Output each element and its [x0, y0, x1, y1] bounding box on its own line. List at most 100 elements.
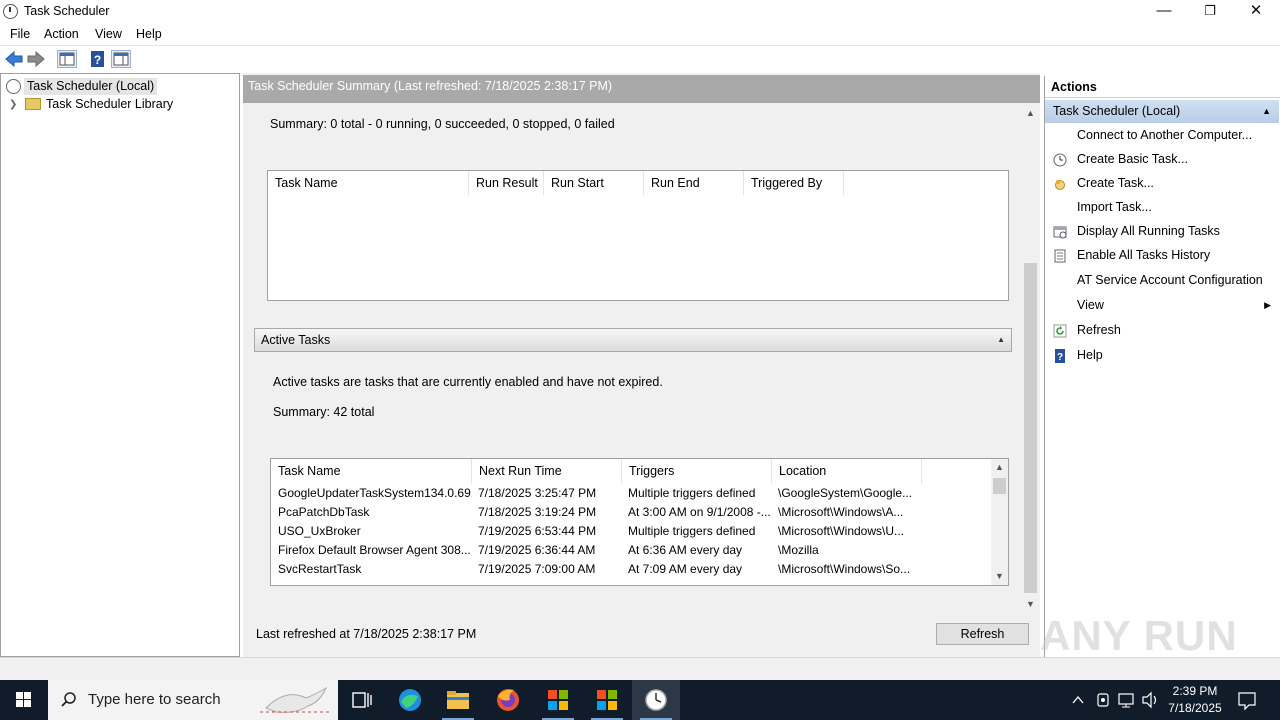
column-header[interactable]: Task Name [268, 171, 469, 195]
window-title: Task Scheduler [24, 4, 110, 18]
title-bar: Task Scheduler — ❐ ✕ [0, 0, 1280, 24]
microsoft-store-icon[interactable] [534, 680, 582, 720]
edge-icon[interactable] [386, 680, 434, 720]
task-scheduler-clock-icon [3, 4, 18, 19]
show-hide-console-tree-icon[interactable] [57, 50, 77, 68]
show-hidden-icons[interactable] [1070, 680, 1086, 720]
search-icon [61, 692, 76, 707]
status-bar [0, 657, 1280, 680]
tree-item-task-scheduler-local[interactable]: Task Scheduler (Local) [24, 78, 158, 95]
taskbar-clock[interactable]: 2:39 PM 7/18/2025 [1160, 683, 1230, 717]
scroll-down-icon[interactable]: ▼ [1022, 599, 1039, 609]
minimize-button[interactable]: — [1141, 0, 1187, 24]
task-scheduler-taskbar-icon[interactable] [632, 680, 680, 720]
triggers-cell: At 6:36 AM every day [628, 543, 743, 557]
task-status-grid: Task Name Run Result Run Start Run End T… [267, 170, 1009, 301]
menu-file[interactable]: File [10, 27, 30, 41]
status-summary-text: Summary: 0 total - 0 running, 0 succeede… [270, 117, 615, 131]
scroll-down-icon[interactable]: ▼ [991, 571, 1008, 581]
file-explorer-icon[interactable] [434, 680, 482, 720]
collapse-caret-icon[interactable]: ▲ [1262, 100, 1271, 123]
show-hide-action-pane-icon[interactable] [111, 50, 131, 68]
action-create-task[interactable]: Create Task... [1045, 172, 1279, 194]
action-at-service-account[interactable]: AT Service Account Configuration [1045, 269, 1279, 291]
help-toolbar-icon[interactable]: ? [89, 50, 109, 68]
volume-icon[interactable] [1140, 680, 1160, 720]
action-help[interactable]: ? Help [1045, 344, 1279, 366]
triggers-cell: Multiple triggers defined [628, 524, 756, 538]
location-cell: \Mozilla [778, 543, 819, 557]
action-label: Help [1077, 348, 1103, 362]
task-name-cell: USO_UxBroker [278, 524, 361, 538]
microsoft-app-icon[interactable] [583, 680, 631, 720]
center-panel: Task Scheduler Summary (Last refreshed: … [243, 73, 1040, 657]
taskbar-search-box[interactable]: Type here to search [48, 680, 338, 720]
action-enable-tasks-history[interactable]: Enable All Tasks History [1045, 244, 1279, 266]
basic-task-icon [1053, 152, 1067, 167]
action-label: Create Basic Task... [1077, 152, 1188, 166]
task-name-cell: PcaPatchDbTask [278, 505, 370, 519]
active-tasks-section-header[interactable]: Active Tasks ▲ [254, 328, 1012, 352]
actions-group-task-scheduler-local[interactable]: Task Scheduler (Local) ▲ [1045, 100, 1279, 123]
scroll-up-icon[interactable]: ▲ [1022, 108, 1039, 118]
firefox-icon[interactable] [484, 680, 532, 720]
summary-scrollbar[interactable]: ▲ ▼ [1022, 103, 1039, 613]
next-run-cell: 7/19/2025 7:09:00 AM [478, 562, 596, 576]
windows-logo-icon [16, 692, 31, 707]
forward-arrow-icon[interactable] [26, 50, 46, 68]
next-run-cell: 7/18/2025 3:25:47 PM [478, 486, 597, 500]
scroll-thumb[interactable] [1024, 263, 1037, 593]
task-name-cell: SvcRestartTask [278, 562, 362, 576]
triggers-cell: At 7:09 AM every day [628, 562, 743, 576]
active-tasks-summary: Summary: 42 total [273, 405, 375, 419]
menu-action[interactable]: Action [44, 27, 79, 41]
task-name-cell: GoogleUpdaterTaskSystem134.0.69... [278, 486, 472, 500]
active-tasks-description: Active tasks are tasks that are currentl… [273, 375, 663, 389]
network-icon[interactable] [1116, 680, 1138, 720]
action-label: Import Task... [1077, 200, 1152, 214]
scroll-thumb[interactable] [993, 478, 1006, 494]
action-view[interactable]: View ▶ [1045, 294, 1279, 316]
back-arrow-icon[interactable] [4, 50, 24, 68]
device-tray-icon[interactable] [1094, 680, 1112, 720]
column-header[interactable]: Triggered By [744, 171, 844, 195]
collapse-caret-icon[interactable]: ▲ [997, 329, 1005, 351]
location-cell: \Microsoft\Windows\U... [778, 524, 905, 538]
close-button[interactable]: ✕ [1233, 0, 1279, 24]
location-cell: \Microsoft\Windows\A... [778, 505, 904, 519]
action-import-task[interactable]: Import Task... [1045, 196, 1279, 218]
menu-bar: File Action View Help [0, 24, 1280, 44]
expand-chevron-icon[interactable]: ❯ [9, 99, 17, 110]
action-create-basic-task[interactable]: Create Basic Task... [1045, 148, 1279, 170]
action-connect-computer[interactable]: Connect to Another Computer... [1045, 124, 1279, 146]
notifications-icon[interactable] [1235, 680, 1259, 720]
column-header[interactable]: Next Run Time [472, 459, 622, 484]
action-label: AT Service Account Configuration [1077, 273, 1263, 287]
column-header[interactable]: Run Result [469, 171, 544, 195]
active-tasks-scrollbar[interactable]: ▲ ▼ [991, 459, 1008, 585]
column-header[interactable]: Location [772, 459, 922, 484]
action-label: Refresh [1077, 323, 1121, 337]
tree-item-task-scheduler-library[interactable]: Task Scheduler Library [46, 96, 173, 113]
menu-help[interactable]: Help [136, 27, 162, 41]
action-refresh[interactable]: Refresh [1045, 319, 1279, 341]
column-header[interactable]: Task Name [271, 459, 472, 484]
column-header[interactable]: Run Start [544, 171, 644, 195]
help-icon: ? [1053, 348, 1067, 363]
submenu-arrow-icon: ▶ [1264, 300, 1271, 310]
restore-button[interactable]: ❐ [1187, 0, 1233, 24]
search-placeholder: Type here to search [88, 691, 221, 708]
clock-icon [6, 79, 21, 94]
triggers-cell: At 3:00 AM on 9/1/2008 -... [628, 505, 771, 519]
menu-view[interactable]: View [95, 27, 122, 41]
svg-text:?: ? [94, 53, 101, 67]
start-button[interactable] [0, 680, 48, 720]
refresh-button[interactable]: Refresh [936, 623, 1029, 645]
scroll-up-icon[interactable]: ▲ [991, 462, 1008, 472]
column-header[interactable]: Run End [644, 171, 744, 195]
column-header[interactable]: Triggers [622, 459, 772, 484]
action-display-running-tasks[interactable]: Display All Running Tasks [1045, 220, 1279, 242]
summary-header: Task Scheduler Summary (Last refreshed: … [243, 75, 1040, 103]
task-view-icon[interactable] [338, 680, 386, 720]
last-refreshed-text: Last refreshed at 7/18/2025 2:38:17 PM [256, 627, 477, 641]
